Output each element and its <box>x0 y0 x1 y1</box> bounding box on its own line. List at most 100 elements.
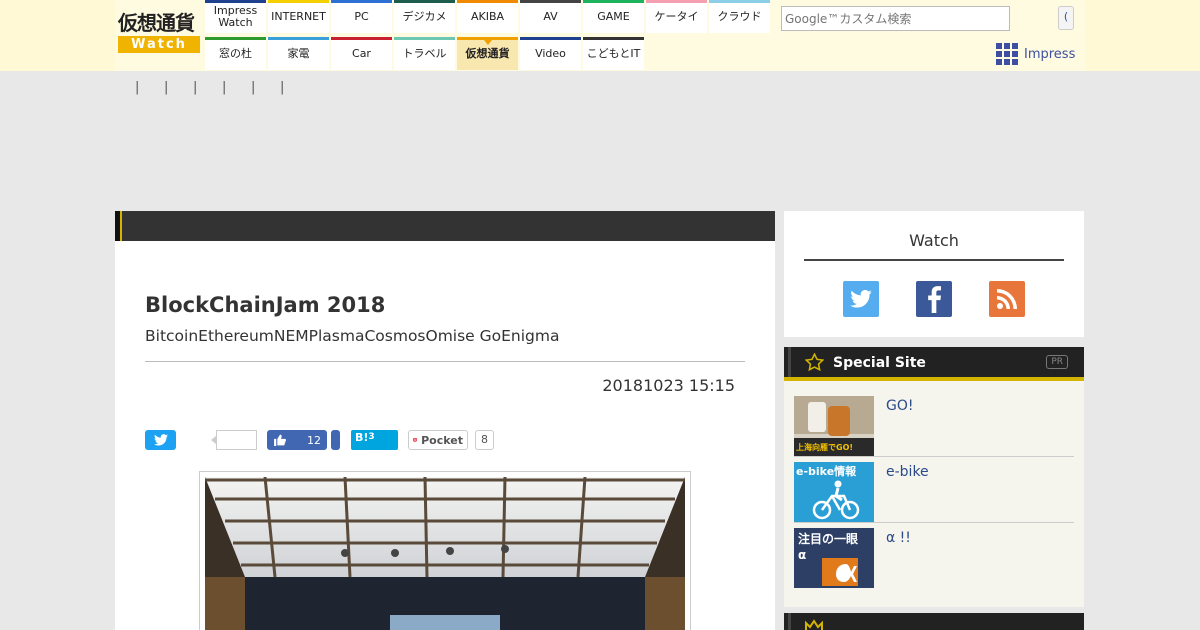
nav-label: GAME <box>597 9 630 23</box>
nav-label: AKIBA <box>470 9 505 23</box>
nav-kasotsuka-active[interactable]: 仮想通貨 <box>457 37 518 70</box>
rss-feed-button[interactable] <box>989 281 1025 317</box>
nav-label: Video <box>535 46 566 60</box>
nav-color-bar <box>709 0 770 3</box>
nav-cloud[interactable]: クラウド <box>709 0 770 33</box>
active-arrow-icon <box>484 40 492 45</box>
subnav-separator: | <box>135 80 140 95</box>
subnav-separator: | <box>222 80 227 95</box>
logo-watch-label: Watch <box>118 36 200 53</box>
nav-label: AV <box>543 9 558 23</box>
nav-internet[interactable]: INTERNET <box>268 0 329 33</box>
star-icon <box>805 353 824 371</box>
nav-label: PC <box>354 9 369 23</box>
special-item-go[interactable]: 上海向雁でGO! GO! <box>794 396 1074 458</box>
nav-color-bar <box>268 0 329 3</box>
nav-color-bar <box>268 37 329 40</box>
nav-av[interactable]: AV <box>520 0 581 33</box>
special-site-header: Special Site PR <box>784 347 1084 381</box>
twitter-share-button[interactable] <box>145 430 176 450</box>
crown-icon <box>805 619 823 630</box>
conference-hall-image <box>205 477 685 630</box>
facebook-count: 12 <box>307 433 321 447</box>
nav-label: 仮想通貨 <box>465 46 510 60</box>
pocket-label: Pocket <box>421 433 463 447</box>
article-panel: BlockChainJam 2018 BitcoinEthereumNEMPla… <box>115 211 775 630</box>
search-button[interactable]: ( <box>1058 6 1074 30</box>
nav-keitai[interactable]: ケータイ <box>646 0 707 33</box>
divider <box>804 259 1064 261</box>
pocket-button[interactable]: Pocket <box>408 430 468 450</box>
facebook-follow-button[interactable] <box>916 281 952 317</box>
nav-color-bar <box>331 37 392 40</box>
nav-label: INTERNET <box>271 9 326 23</box>
watch-follow-title: Watch <box>909 231 959 250</box>
twitter-icon <box>850 290 872 308</box>
nav-label: 窓の杜 <box>219 46 252 60</box>
watch-follow-box: Watch <box>784 211 1084 337</box>
pr-badge: PR <box>1046 355 1068 369</box>
subnav-separator: | <box>164 80 169 95</box>
thumbnail-caption: e-bike情報 <box>796 465 857 478</box>
nav-color-bar <box>457 0 518 3</box>
article-date: 20181023 15:15 <box>602 376 735 395</box>
twitter-bird-icon <box>153 434 168 446</box>
site-logo[interactable]: 仮想通貨 Watch <box>118 10 200 56</box>
nav-color-bar <box>646 0 707 3</box>
nav-impress-watch[interactable]: Impress Watch <box>205 0 266 33</box>
nav-video[interactable]: Video <box>520 37 581 70</box>
nav-color-bar <box>520 37 581 40</box>
pocket-icon <box>413 438 418 442</box>
nav-label: クラウド <box>717 9 762 23</box>
nav-madonomori[interactable]: 窓の杜 <box>205 37 266 70</box>
logo-text: 仮想通貨 <box>118 11 195 35</box>
nav-game[interactable]: GAME <box>583 0 644 33</box>
nav-car[interactable]: Car <box>331 37 392 70</box>
nav-kodomo-it[interactable]: こどもとIT <box>583 37 644 70</box>
impress-grid-icon <box>996 43 1018 65</box>
article-subtitle: BitcoinEthereumNEMPlasmaCosmosOmise GoEn… <box>145 327 560 345</box>
special-item-ebike[interactable]: e-bike情報 e-bike <box>794 462 1074 524</box>
article-photo[interactable] <box>199 471 691 630</box>
nav-akiba[interactable]: AKIBA <box>457 0 518 33</box>
nav-pc[interactable]: PC <box>331 0 392 33</box>
divider <box>145 361 745 362</box>
twitter-count <box>211 430 257 450</box>
special-item-label: GO! <box>886 398 914 414</box>
nav-label: デジカメ <box>402 9 447 23</box>
nav-color-bar <box>394 0 455 3</box>
special-site-box: Special Site PR 上海向雁でGO! GO! e-bike情報 e-… <box>784 347 1084 607</box>
header-accent-mark <box>788 347 791 377</box>
twitter-follow-button[interactable] <box>843 281 879 317</box>
nav-dejikame[interactable]: デジカメ <box>394 0 455 33</box>
nav-label: Car <box>352 46 371 60</box>
divider <box>794 522 1074 523</box>
divider <box>794 456 1074 457</box>
special-item-thumbnail: e-bike情報 <box>794 462 874 522</box>
nav-color-bar <box>520 0 581 3</box>
subnav-links: | | | | | | <box>135 80 309 95</box>
special-site-title: Special Site <box>833 355 926 371</box>
special-item-thumbnail: 上海向雁でGO! <box>794 396 874 456</box>
thumbnail-caption: 注目の一眼α <box>798 532 859 562</box>
hatena-bookmark-button[interactable]: B!3 <box>351 430 398 450</box>
nav-travel[interactable]: トラベル <box>394 37 455 70</box>
thumbnail-caption: 上海向雁でGO! <box>796 443 854 452</box>
facebook-share-button[interactable] <box>331 430 340 450</box>
nav-kaden[interactable]: 家電 <box>268 37 329 70</box>
ranking-box-header <box>784 613 1084 630</box>
thumbs-up-icon <box>274 434 286 446</box>
hatena-count: 3 <box>368 432 375 442</box>
special-item-thumbnail: 注目の一眼α <box>794 528 874 588</box>
search-input[interactable] <box>781 6 1010 31</box>
impress-label: Impress <box>1024 46 1076 62</box>
subnav-separator: | <box>193 80 198 95</box>
impress-link[interactable]: Impress <box>996 43 1075 65</box>
nav-label: Impress Watch <box>213 3 258 29</box>
facebook-like-button[interactable]: 12 <box>267 430 327 450</box>
nav-color-bar <box>205 0 266 3</box>
nav-label: こどもとIT <box>586 46 641 60</box>
facebook-icon <box>928 286 941 313</box>
header-accent-mark <box>788 613 791 630</box>
special-item-alpha[interactable]: 注目の一眼α α !! <box>794 528 1074 590</box>
